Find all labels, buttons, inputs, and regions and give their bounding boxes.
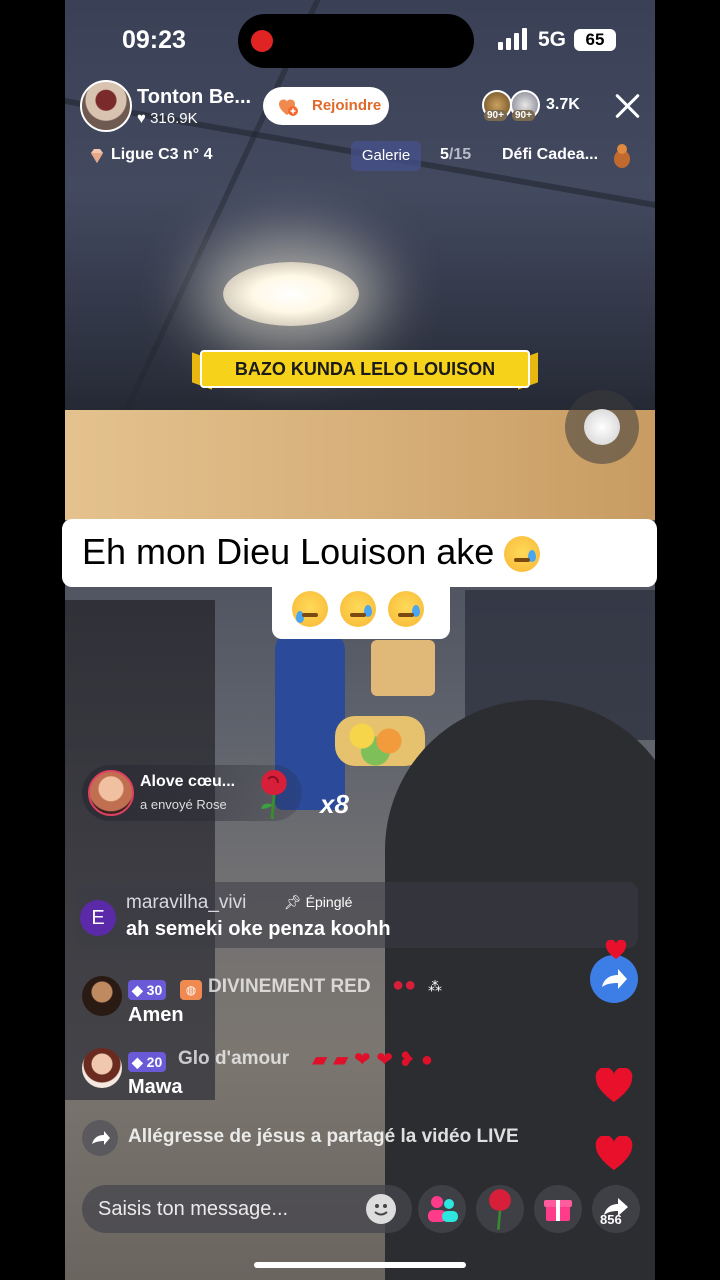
caption-emoji-row bbox=[272, 581, 450, 639]
commenter-avatar[interactable] bbox=[82, 1048, 122, 1088]
comment-message: Amen bbox=[128, 1004, 184, 1026]
rose-icon bbox=[489, 1189, 511, 1230]
gallery-current: 5 bbox=[440, 146, 449, 163]
share-notification-text: Allégresse de jésus a partagé la vidéo L… bbox=[128, 1126, 519, 1147]
gift-icon[interactable] bbox=[611, 141, 633, 169]
rose-icon bbox=[261, 770, 287, 820]
viewer-badge: 90+ bbox=[512, 110, 535, 121]
level-badge: ◆ 20 bbox=[128, 1052, 167, 1072]
multi-guest-icon: ⁂ bbox=[428, 978, 442, 994]
message-input[interactable]: Saisis ton message... bbox=[82, 1185, 412, 1233]
record-icon bbox=[251, 30, 273, 52]
level-number: 30 bbox=[146, 982, 163, 998]
pin-icon: 📌︎ bbox=[284, 894, 302, 910]
host-likes-count: 316.9K bbox=[150, 110, 198, 127]
gallery-button[interactable]: Galerie bbox=[351, 141, 421, 171]
live-stream-screen: 09:23 5G 65 Tonton Be... ♥ 316.9K Rejoin… bbox=[0, 0, 720, 1280]
join-button[interactable]: Rejoindre bbox=[263, 87, 389, 125]
like-heart-icon bbox=[605, 940, 627, 959]
caption-overlay: Eh mon Dieu Louison ake bbox=[62, 519, 657, 587]
caption-text: Eh mon Dieu Louison ake bbox=[82, 531, 541, 573]
join-button-label: Rejoindre bbox=[312, 97, 382, 114]
message-input-placeholder: Saisis ton message... bbox=[98, 1198, 289, 1220]
challenge-label[interactable]: Défi Cadea... bbox=[502, 146, 598, 164]
fan-badge: ◍ bbox=[180, 980, 202, 1000]
status-time: 09:23 bbox=[122, 26, 186, 54]
crying-face-icon bbox=[340, 591, 376, 627]
dynamic-island bbox=[238, 14, 474, 68]
commenter-avatar[interactable] bbox=[82, 976, 122, 1016]
gem-icon bbox=[91, 149, 103, 163]
network-type: 5G bbox=[538, 28, 567, 51]
signal-icon bbox=[498, 28, 530, 50]
gallery-total: /15 bbox=[448, 146, 472, 163]
commenter-username[interactable]: DIVINEMENT RED bbox=[208, 976, 371, 998]
gift-icon bbox=[544, 1200, 572, 1221]
comment-message: Mawa bbox=[128, 1076, 183, 1098]
league-label: Ligue C3 n° 4 bbox=[111, 146, 213, 163]
share-count: 856 bbox=[600, 1212, 622, 1227]
gift-multiplier: x8 bbox=[320, 789, 349, 819]
smile-icon[interactable] bbox=[366, 1194, 396, 1224]
commenter-username[interactable]: Glo d'amour bbox=[178, 1048, 289, 1070]
crying-face-icon bbox=[504, 536, 541, 573]
stream-banner: BAZO KUNDA LELO LOUISON bbox=[192, 350, 538, 390]
rose-gift-button[interactable] bbox=[476, 1185, 524, 1233]
status-bar: 09:23 5G 65 bbox=[0, 0, 720, 80]
commenter-avatar[interactable]: E bbox=[80, 900, 116, 936]
close-icon[interactable] bbox=[614, 92, 642, 120]
video-coffin bbox=[371, 640, 435, 696]
pinned-label: 📌︎ Épinglé bbox=[284, 894, 352, 911]
host-name[interactable]: Tonton Be... bbox=[137, 86, 251, 109]
comment-item[interactable]: ◆ 20 Glo d'amour ▰ ▰ ❤ ❤ ❥ ● Mawa bbox=[82, 1048, 562, 1108]
like-heart-icon bbox=[595, 1068, 633, 1102]
flag-emoji-icons: ▰ ▰ ❤ ❤ ❥ ● bbox=[312, 1049, 433, 1071]
commenter-username[interactable]: maravilha_vivi bbox=[126, 892, 246, 914]
share-icon bbox=[82, 1120, 118, 1156]
comment-message: ah semeki oke penza koohh bbox=[126, 918, 391, 940]
gift-sender-avatar[interactable] bbox=[88, 770, 134, 816]
sleepy-face-icon bbox=[292, 591, 328, 627]
ceiling-lamp bbox=[223, 262, 359, 326]
home-indicator[interactable] bbox=[254, 1262, 466, 1268]
floating-action-button[interactable] bbox=[565, 390, 639, 464]
heart-plus-icon bbox=[279, 99, 298, 116]
crying-face-icon bbox=[388, 591, 424, 627]
battery-icon: 65 bbox=[574, 29, 616, 51]
like-heart-icon bbox=[595, 1136, 633, 1170]
gift-button[interactable] bbox=[534, 1185, 582, 1233]
heart-icon: ♥ bbox=[137, 110, 146, 127]
video-flowers bbox=[335, 716, 425, 766]
multi-guest-icon bbox=[428, 1196, 458, 1222]
host-likes: ♥ 316.9K bbox=[137, 110, 198, 127]
stream-banner-text: BAZO KUNDA LELO LOUISON bbox=[234, 359, 496, 379]
gallery-progress: 5/15 bbox=[440, 146, 471, 164]
share-button[interactable] bbox=[590, 955, 638, 1003]
pinned-label-text: Épinglé bbox=[305, 894, 353, 910]
multi-guest-button[interactable] bbox=[418, 1185, 466, 1233]
comment-item[interactable]: ◆ 30 ◍ DIVINEMENT RED ●● ⁂ Amen bbox=[82, 974, 562, 1036]
cherry-icon: ●● bbox=[392, 974, 417, 996]
caption-line: Eh mon Dieu Louison ake bbox=[82, 531, 495, 572]
viewer-count[interactable]: 3.7K bbox=[546, 96, 580, 114]
gift-sender-name: Alove cœu... bbox=[140, 773, 236, 790]
pinned-comment[interactable]: E maravilha_vivi 📌︎ Épinglé ah semeki ok… bbox=[76, 882, 638, 948]
share-notification: Allégresse de jésus a partagé la vidéo L… bbox=[82, 1118, 602, 1158]
level-badge: ◆ 30 bbox=[128, 980, 167, 1000]
level-number: 20 bbox=[146, 1054, 163, 1070]
viewer-badge: 90+ bbox=[484, 110, 507, 121]
gift-notification: Alove cœu... a envoyé Rose x8 bbox=[82, 765, 382, 821]
share-icon bbox=[602, 969, 627, 989]
gift-action: a envoyé Rose bbox=[140, 797, 227, 812]
host-avatar[interactable] bbox=[80, 80, 132, 132]
